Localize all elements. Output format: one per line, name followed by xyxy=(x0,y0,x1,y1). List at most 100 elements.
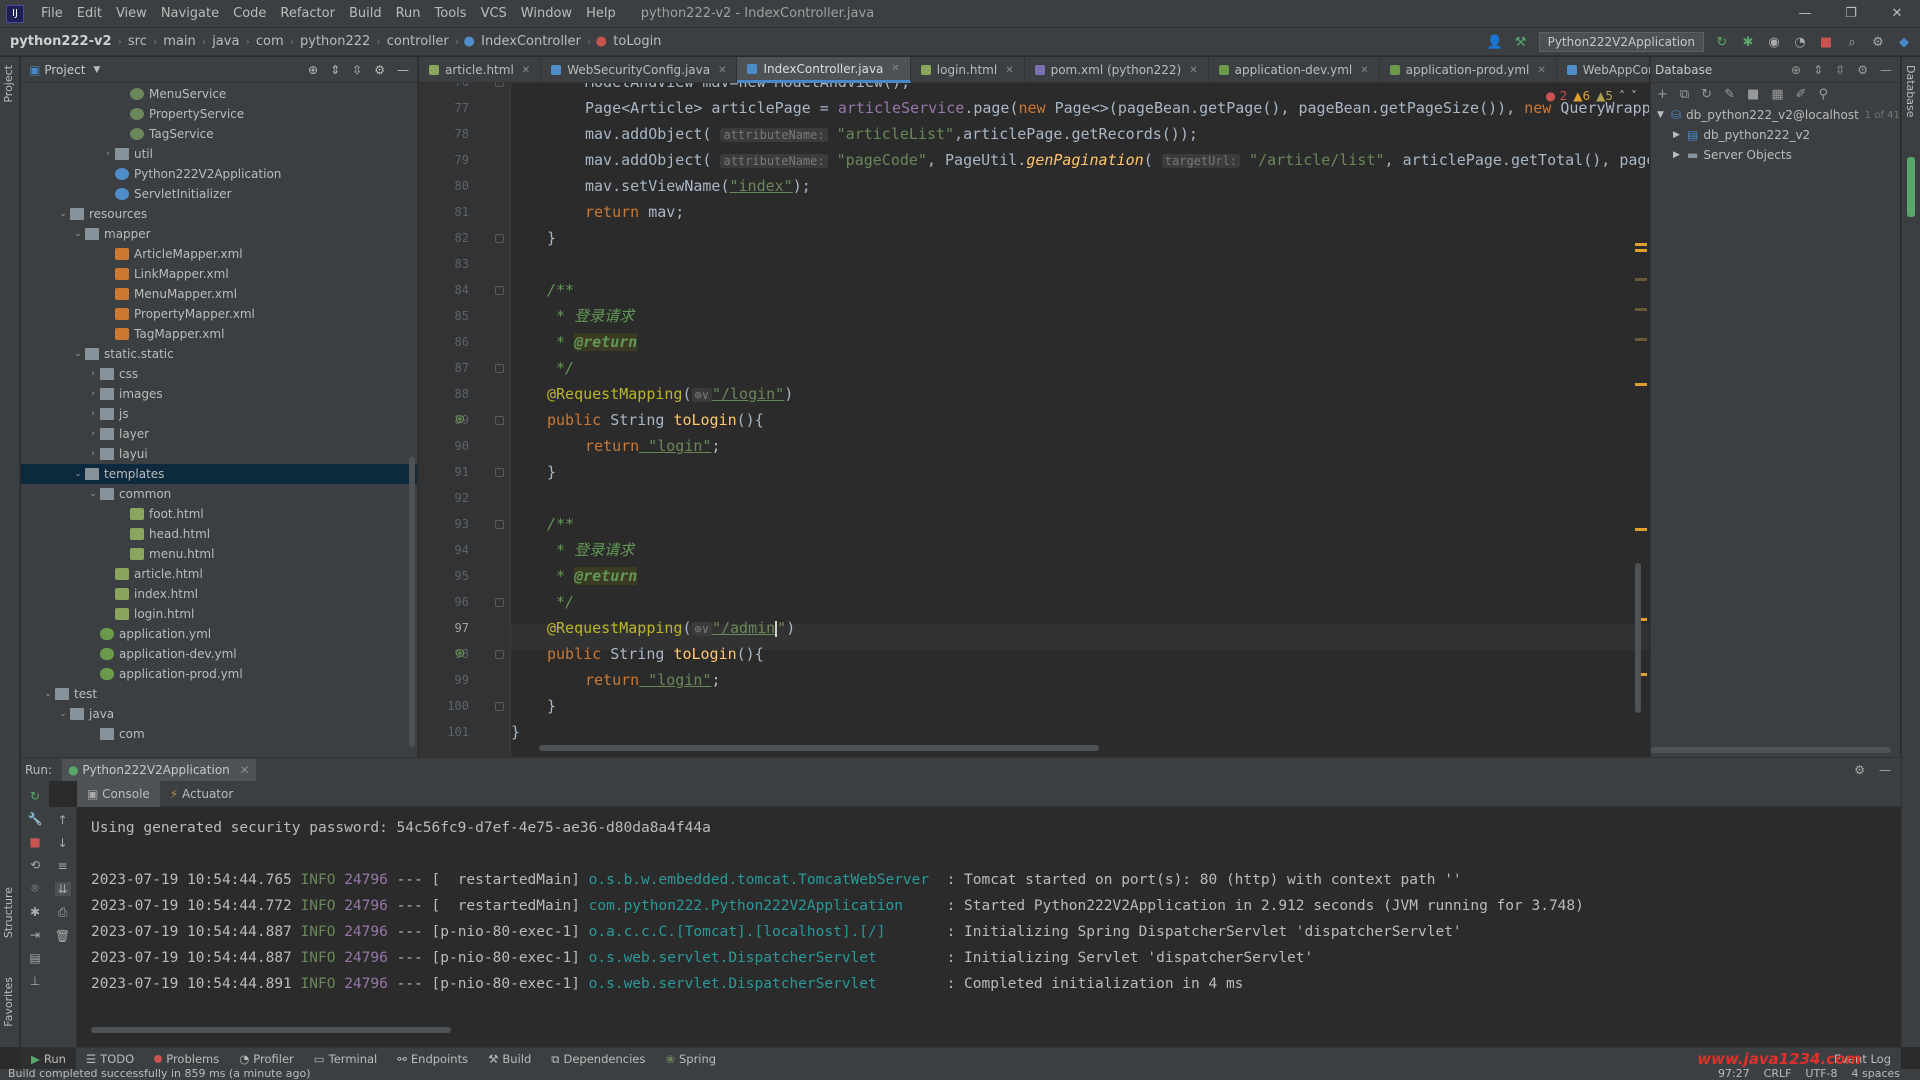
chevron-right-icon[interactable]: › xyxy=(86,409,100,419)
editor-horizontal-scrollbar[interactable] xyxy=(539,745,1099,751)
tree-item-css[interactable]: › css xyxy=(21,364,417,384)
tree-item-login-html[interactable]: login.html xyxy=(21,604,417,624)
db-connection-item[interactable]: ▼ ⛁ db_python222_v2@localhost 1 of 41 xyxy=(1651,105,1900,125)
hide-icon[interactable]: — xyxy=(1879,763,1891,777)
warning-marker[interactable] xyxy=(1635,528,1647,531)
request-mapping-icon[interactable]: ⊛ xyxy=(455,412,471,426)
breadcrumb-indexcontroller[interactable]: IndexController xyxy=(477,34,585,49)
db-server-objects-item[interactable]: ▶ ▬ Server Objects xyxy=(1651,145,1900,165)
tree-item-images[interactable]: › images xyxy=(21,384,417,404)
close-icon[interactable]: ✕ xyxy=(1360,65,1368,76)
fold-marker-icon[interactable] xyxy=(495,598,504,607)
line-number[interactable]: 76 xyxy=(419,83,469,95)
db-schema-item[interactable]: ▶ ▤ db_python222_v2 xyxy=(1651,125,1900,145)
chevron-right-icon[interactable]: › xyxy=(86,369,100,379)
indent-setting[interactable]: 4 spaces xyxy=(1852,1067,1901,1080)
search-icon[interactable]: ⌕ xyxy=(1844,35,1860,50)
menu-tools[interactable]: Tools xyxy=(428,6,474,21)
locate-icon[interactable]: ⊕ xyxy=(308,63,318,77)
fold-marker-icon[interactable] xyxy=(495,468,504,477)
tree-item-article-html[interactable]: article.html xyxy=(21,564,417,584)
line-number[interactable]: 85 xyxy=(419,303,469,329)
edit-icon[interactable]: ✎ xyxy=(1724,87,1735,102)
expand-all-icon[interactable]: ⇕ xyxy=(330,63,340,77)
favorites-tool-button[interactable]: Favorites xyxy=(2,977,15,1027)
line-number[interactable]: 81 xyxy=(419,199,469,225)
minimize-icon[interactable]: — xyxy=(1782,0,1828,28)
database-scrollbar[interactable] xyxy=(1651,747,1891,753)
menu-vcs[interactable]: VCS xyxy=(474,6,514,21)
breadcrumb-src[interactable]: src xyxy=(124,34,151,49)
breadcrumb-project[interactable]: python222-v2 xyxy=(6,34,116,49)
weak-warning-marker[interactable] xyxy=(1635,338,1647,341)
expand-all-icon[interactable]: ⇕ xyxy=(1813,63,1823,77)
editor-tab-indexcontroller-java[interactable]: IndexController.java ✕ xyxy=(737,57,911,83)
chevron-down-icon[interactable]: ⌄ xyxy=(71,229,85,239)
editor-tab-websecurityconfig-java[interactable]: WebSecurityConfig.java ✕ xyxy=(541,57,738,83)
close-icon[interactable]: ✕ xyxy=(1189,65,1197,76)
editor-tab-application-dev-yml[interactable]: application-dev.yml ✕ xyxy=(1209,57,1380,83)
hide-icon[interactable]: — xyxy=(1880,63,1892,77)
line-number[interactable]: 79 xyxy=(419,147,469,173)
line-number[interactable]: 77 xyxy=(419,95,469,121)
project-panel-title[interactable]: Project xyxy=(44,63,85,77)
fold-marker-icon[interactable] xyxy=(495,286,504,295)
tool-tab-endpoints[interactable]: ⚯ Endpoints xyxy=(387,1048,478,1070)
tree-item-mapper[interactable]: ⌄ mapper xyxy=(21,224,417,244)
line-number[interactable]: 100 xyxy=(419,693,469,719)
tree-item-common[interactable]: ⌄ common xyxy=(21,484,417,504)
tool-tab-dependencies[interactable]: ⧉ Dependencies xyxy=(541,1048,655,1070)
caret-position[interactable]: 97:27 xyxy=(1718,1067,1750,1080)
editor-tab-login-html[interactable]: login.html ✕ xyxy=(911,57,1025,83)
tree-item-articlemapper-xml[interactable]: ArticleMapper.xml xyxy=(21,244,417,264)
coverage-icon[interactable]: ◉ xyxy=(1766,35,1782,50)
fold-marker-icon[interactable] xyxy=(495,650,504,659)
tree-item-layer[interactable]: › layer xyxy=(21,424,417,444)
close-icon[interactable]: ✕ xyxy=(522,65,530,76)
user-icon[interactable]: 👤 xyxy=(1487,35,1503,50)
database-tool-button[interactable]: Database xyxy=(1904,65,1917,118)
tree-item-application-dev-yml[interactable]: application-dev.yml xyxy=(21,644,417,664)
tool-tab-terminal[interactable]: ▭ Terminal xyxy=(304,1048,387,1070)
line-number[interactable]: 82 xyxy=(419,225,469,251)
file-encoding[interactable]: UTF-8 xyxy=(1805,1067,1837,1080)
breadcrumb-tologin[interactable]: toLogin xyxy=(609,34,665,49)
tree-item-java[interactable]: ⌄ java xyxy=(21,704,417,724)
rerun-icon[interactable]: ↻ xyxy=(27,789,43,803)
hide-icon[interactable]: — xyxy=(397,63,409,77)
line-number[interactable]: 88 xyxy=(419,381,469,407)
table-icon[interactable]: ▦ xyxy=(1771,87,1783,102)
scroll-to-end-icon[interactable]: ⇊ xyxy=(54,882,71,896)
status-message[interactable]: Build completed successfully in 859 ms (… xyxy=(8,1067,310,1080)
refresh-icon[interactable]: ↻ xyxy=(1701,87,1712,102)
print-icon[interactable]: ⎙ xyxy=(55,905,71,920)
chevron-down-icon[interactable]: ⌄ xyxy=(71,469,85,479)
chevron-down-icon[interactable]: ⌄ xyxy=(71,349,85,359)
tree-item-js[interactable]: › js xyxy=(21,404,417,424)
line-number[interactable]: 101 xyxy=(419,719,469,745)
close-icon[interactable]: ✕ xyxy=(1874,0,1920,28)
close-icon[interactable]: ✕ xyxy=(1537,65,1545,76)
code-editor[interactable]: 7677787980818283848586878889⊛90919293949… xyxy=(419,83,1649,757)
line-number[interactable]: 94 xyxy=(419,537,469,563)
fold-marker-icon[interactable] xyxy=(495,702,504,711)
menu-refactor[interactable]: Refactor xyxy=(273,6,342,21)
tree-item-tagmapper-xml[interactable]: TagMapper.xml xyxy=(21,324,417,344)
chevron-down-icon[interactable]: ⌄ xyxy=(41,689,55,699)
tree-item-resources[interactable]: ⌄ resources xyxy=(21,204,417,224)
line-number[interactable]: 97 xyxy=(419,615,469,641)
chevron-right-icon[interactable]: › xyxy=(101,149,115,159)
warning-marker[interactable] xyxy=(1635,383,1647,386)
tree-item-python222v2application[interactable]: Python222V2Application xyxy=(21,164,417,184)
collapse-all-icon[interactable]: ⇳ xyxy=(352,63,362,77)
arrow-down-icon[interactable]: ↓ xyxy=(55,836,71,850)
breadcrumb-controller[interactable]: controller xyxy=(383,34,453,49)
chevron-down-icon[interactable]: ⌄ xyxy=(56,709,70,719)
fold-marker-icon[interactable] xyxy=(495,520,504,529)
chevron-right-icon[interactable]: › xyxy=(86,389,100,399)
project-tool-button[interactable]: Project xyxy=(2,65,15,103)
line-number[interactable]: 99 xyxy=(419,667,469,693)
tree-item-layui[interactable]: › layui xyxy=(21,444,417,464)
hammer-icon[interactable]: ⚒ xyxy=(1513,35,1529,50)
tree-item-index-html[interactable]: index.html xyxy=(21,584,417,604)
